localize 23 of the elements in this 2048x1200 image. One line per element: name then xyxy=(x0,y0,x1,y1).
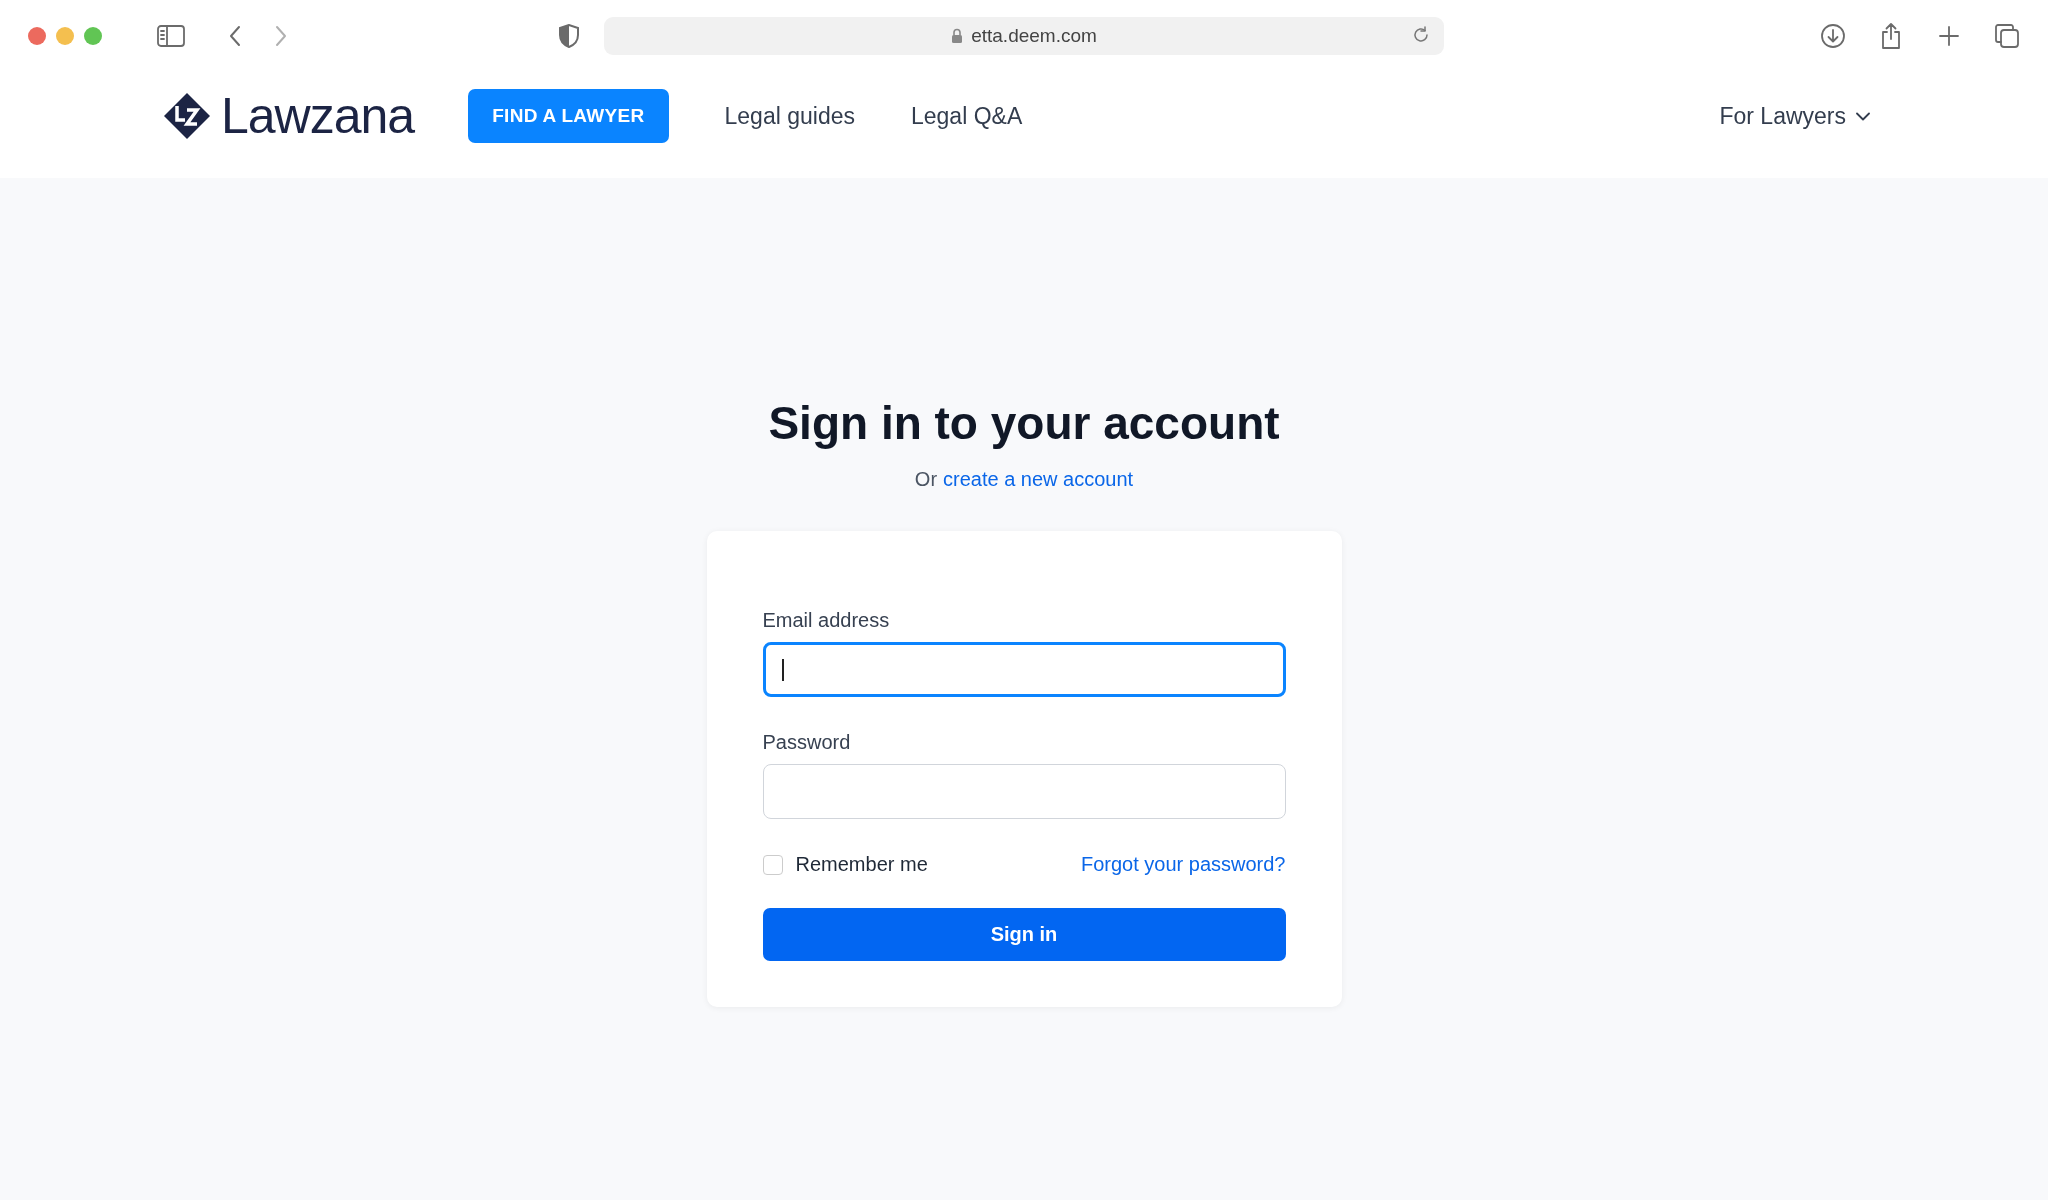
for-lawyers-menu[interactable]: For Lawyers xyxy=(1719,102,1870,130)
reload-icon[interactable] xyxy=(1412,26,1430,44)
nav-link[interactable]: Legal guides xyxy=(724,102,855,130)
input-field[interactable] xyxy=(762,642,1286,697)
logo-wordmark[interactable]: Lawzana xyxy=(221,87,415,145)
sign-in-button[interactable]: Sign in xyxy=(762,908,1286,961)
field-label: Password xyxy=(762,731,852,754)
forgot-password-link[interactable]: Forgot your password? xyxy=(1080,853,1286,876)
remember-checkbox[interactable] xyxy=(762,854,783,875)
create-account-link[interactable]: create a new account xyxy=(943,468,1134,491)
remember-label: Remember me xyxy=(795,853,928,876)
page-title: Sign in to your account xyxy=(768,396,1280,450)
find-lawyer-button[interactable]: FIND A LAWYER xyxy=(468,89,669,143)
subtitle-text: Or xyxy=(914,468,938,491)
address-bar[interactable]: etta.deem.com xyxy=(604,17,1444,55)
nav-link[interactable]: Legal Q&A xyxy=(911,102,1023,130)
lock-icon xyxy=(951,28,964,44)
field-label: Email address xyxy=(762,609,891,632)
chevron-down-icon xyxy=(1856,111,1870,121)
close-window-button[interactable] xyxy=(28,27,46,45)
download-icon[interactable] xyxy=(1818,21,1848,51)
logo-icon[interactable] xyxy=(163,92,211,140)
tabs-icon[interactable] xyxy=(1992,21,2022,51)
